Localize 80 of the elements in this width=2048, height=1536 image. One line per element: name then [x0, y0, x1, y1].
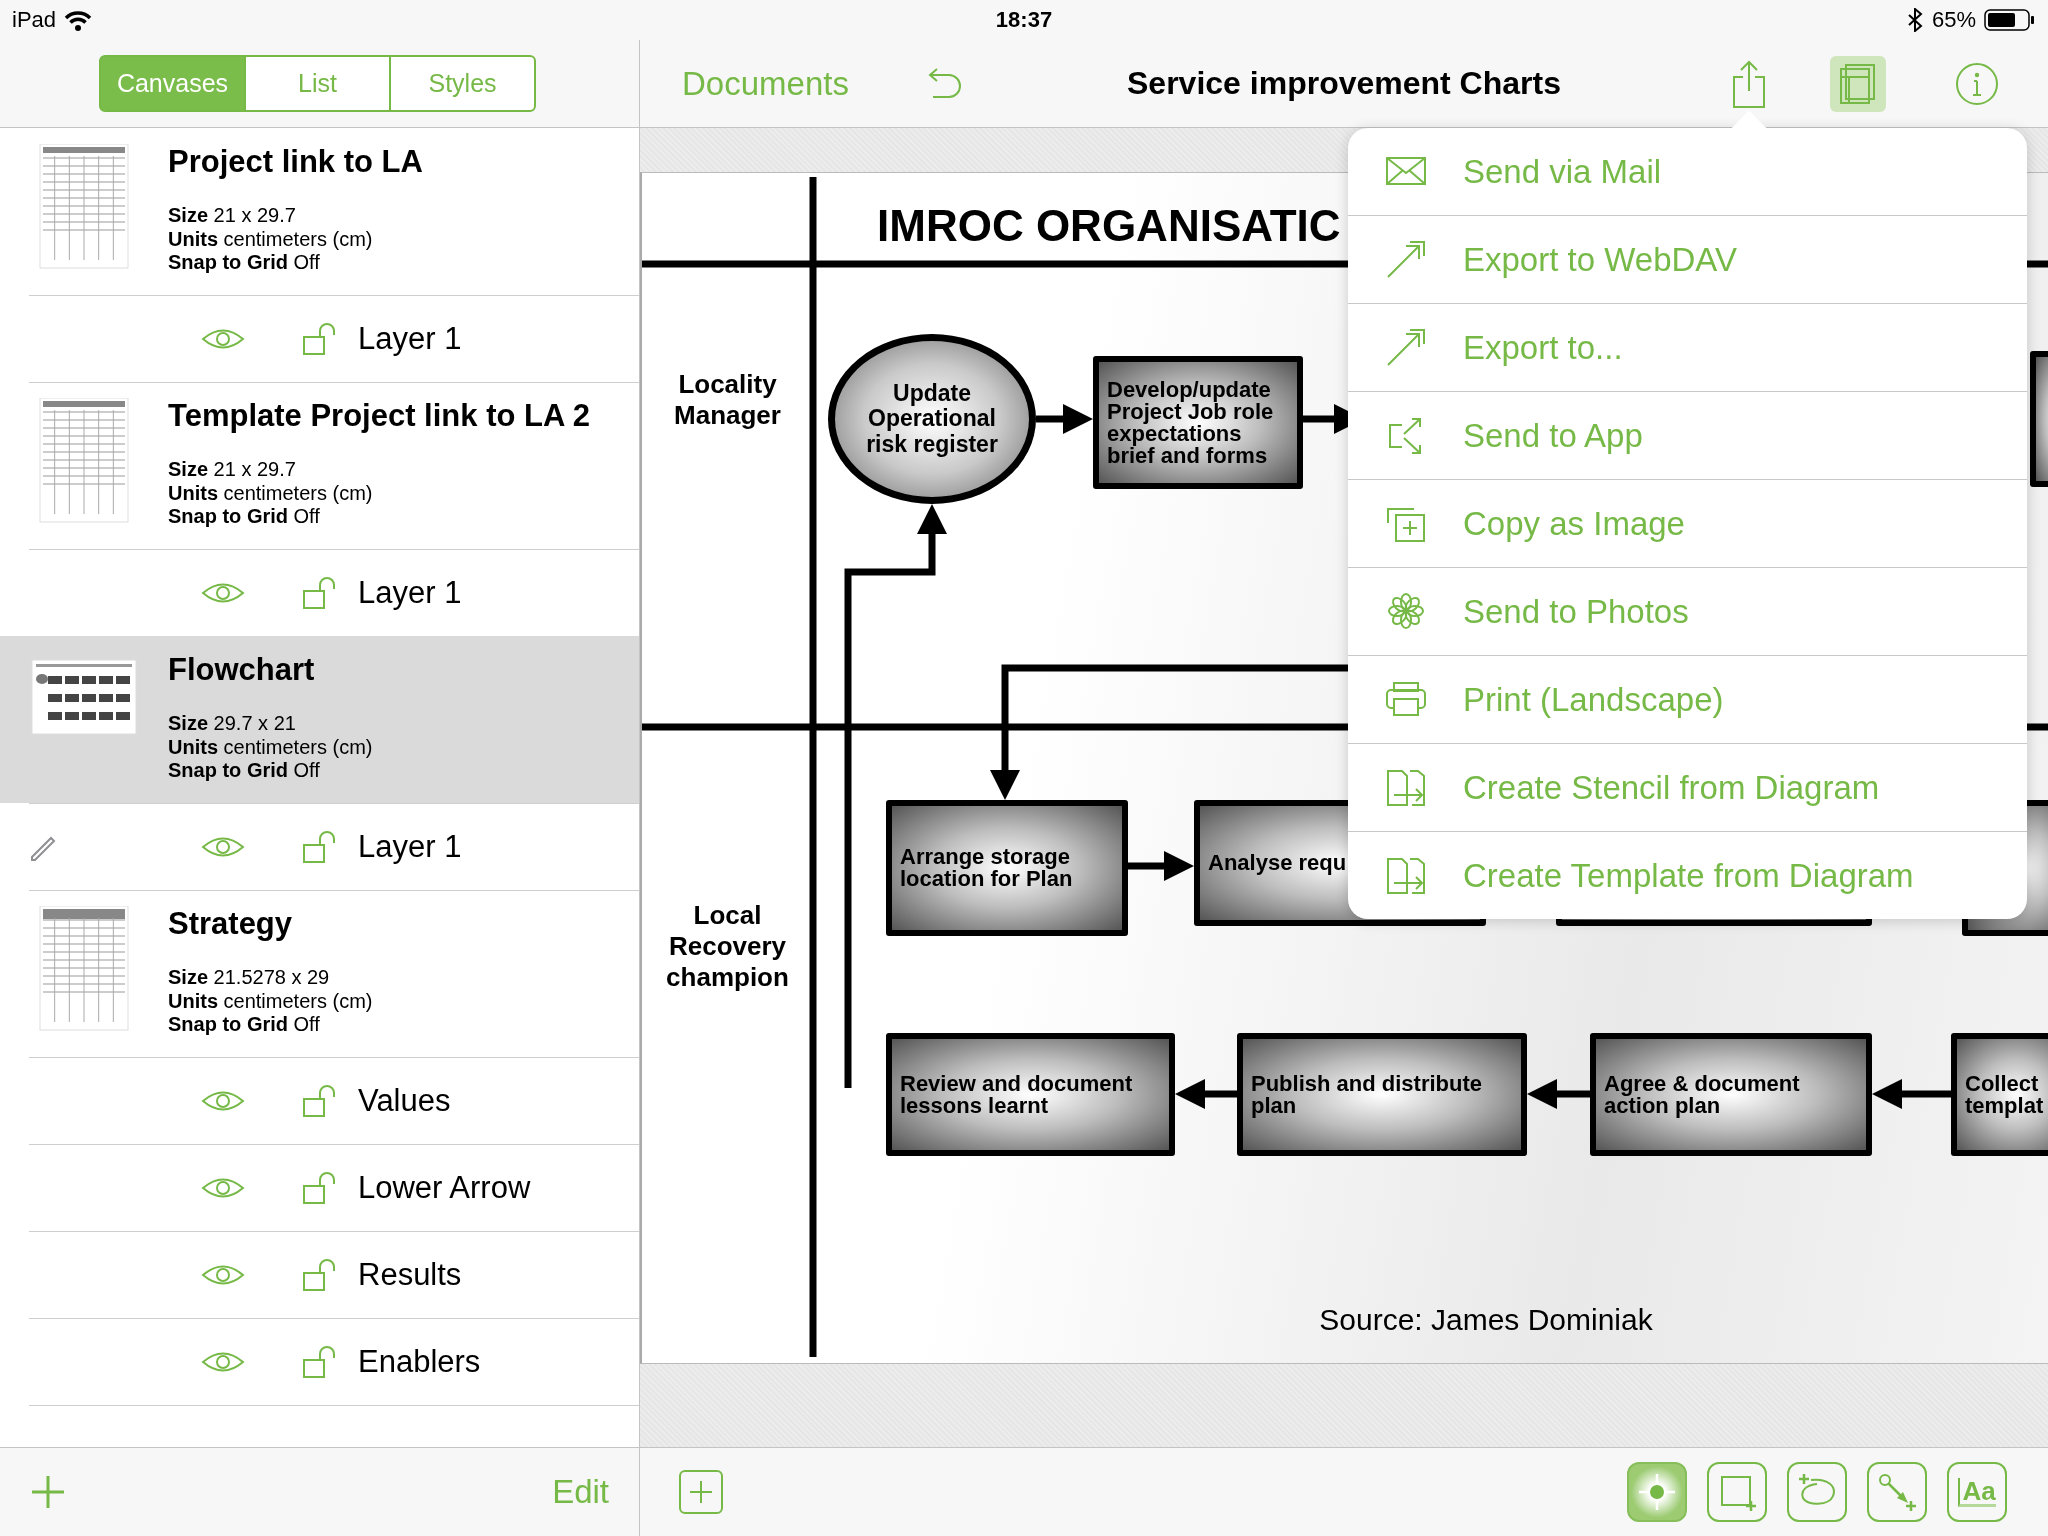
source-caption: Source: James Dominiak: [1318, 1303, 1654, 1337]
canvas-item[interactable]: Project link to LA Size 21 x 29.7 Units centimeters (cm) Snap to Grid Off: [0, 128, 639, 295]
canvas-name: Strategy: [168, 905, 294, 943]
layer-name: Layer 1: [358, 321, 462, 357]
canvas-item[interactable]: Flowchart Size 29.7 x 21 Units centimeters (cm) Snap to Grid Off: [0, 636, 639, 803]
lane-label: Local Recovery champion: [665, 900, 790, 993]
node-text: Review and document lessons learnt: [900, 1072, 1133, 1117]
text-tool[interactable]: Aa: [1947, 1462, 2007, 1522]
node-text: Arrange storage location for Plan: [900, 846, 1073, 890]
info-icon[interactable]: [1955, 61, 1999, 106]
canvas-name: Flowchart: [168, 651, 316, 689]
segment-tab[interactable]: Canvases: [99, 55, 246, 112]
edit-button[interactable]: Edit: [552, 1473, 609, 1511]
unlocked-icon[interactable]: [302, 1345, 336, 1379]
layer-name: Results: [358, 1257, 462, 1293]
documents-button[interactable]: Documents: [682, 64, 849, 103]
canvas-detail: Size 21 x 29.7: [168, 204, 297, 228]
wifi-icon: [64, 9, 93, 31]
menu-item[interactable]: Send to App: [1348, 392, 2027, 480]
document-arrow-icon: [1384, 855, 1428, 897]
canvas-detail: Size 21.5278 x 29: [168, 966, 331, 990]
menu-item[interactable]: Export to WebDAV: [1348, 216, 2027, 304]
shape-tool[interactable]: [1707, 1462, 1767, 1522]
canvas-detail: Snap to Grid Off: [168, 759, 321, 783]
unlocked-icon[interactable]: [302, 1171, 336, 1205]
canvas-name: Template Project link to LA 2: [168, 397, 591, 435]
node-text: Analyse requ: [1208, 852, 1347, 874]
diagram-title: IMROC ORGANISATIC: [877, 201, 1341, 251]
canvas-item[interactable]: Strategy Size 21.5278 x 29 Units centimeters (cm) Snap to Grid Off: [0, 890, 639, 1057]
menu-item[interactable]: Copy as Image: [1348, 480, 2027, 568]
layer-name: Lower Arrow: [358, 1170, 531, 1206]
line-tool[interactable]: [1867, 1462, 1927, 1522]
menu-item[interactable]: Print (Landscape): [1348, 656, 2027, 744]
canvas-detail: Size 21 x 29.7: [168, 458, 297, 482]
layer-name: Enablers: [358, 1344, 481, 1380]
unlocked-icon[interactable]: [302, 576, 336, 610]
canvas-detail: Size 29.7 x 21: [168, 712, 297, 736]
node-text: Publish and distribute plan: [1251, 1072, 1482, 1117]
unlocked-icon[interactable]: [302, 322, 336, 356]
unlocked-icon[interactable]: [302, 830, 336, 864]
canvas-item[interactable]: Template Project link to LA 2 Size 21 x 29.7 Units centimeters (cm) Snap to Grid Off: [0, 382, 639, 549]
layer-name: Layer 1: [358, 829, 462, 865]
status-time: 18:37: [995, 7, 1053, 33]
add-shape-button[interactable]: [679, 1470, 723, 1514]
node-text: Collect templat: [1965, 1072, 2044, 1117]
canvas-detail: Snap to Grid Off: [168, 251, 321, 275]
share-icon[interactable]: [1731, 58, 1767, 109]
document-title: Service improvement Charts: [1127, 65, 1561, 102]
canvas-detail: Units centimeters (cm): [168, 989, 373, 1013]
canvas-detail: Snap to Grid Off: [168, 505, 321, 529]
lane-label: Locality Manager: [673, 369, 782, 431]
menu-item[interactable]: Send to Photos: [1348, 568, 2027, 656]
menu-item[interactable]: Export to...: [1348, 304, 2027, 392]
layer-name: Layer 1: [358, 575, 462, 611]
segment-tab[interactable]: List: [244, 55, 391, 112]
add-icon[interactable]: [30, 1474, 66, 1510]
battery-percent: 65%: [1931, 7, 1976, 33]
menu-item[interactable]: Create Template from Diagram: [1348, 832, 2027, 920]
canvas-detail: Snap to Grid Off: [168, 1013, 321, 1037]
node-text: Update Operational risk register: [866, 381, 998, 457]
freehand-tool[interactable]: [1787, 1462, 1847, 1522]
menu-item[interactable]: Send via Mail: [1348, 128, 2027, 216]
canvas-detail: Units centimeters (cm): [168, 735, 373, 759]
select-tool[interactable]: [1627, 1462, 1687, 1522]
connector-icon: [1877, 1472, 1917, 1512]
unlocked-icon[interactable]: [302, 1084, 336, 1118]
segment-tab[interactable]: Styles: [389, 55, 536, 112]
canvas-detail: Units centimeters (cm): [168, 227, 374, 251]
canvases-panel-button[interactable]: [1830, 55, 1886, 112]
battery-icon: [1984, 9, 2036, 31]
plus-icon: [688, 1479, 714, 1505]
node-text: Develop/update Project Job role expectations brief and forms: [1107, 378, 1274, 467]
layer-name: Values: [358, 1083, 451, 1119]
crosshair-icon: [1637, 1472, 1677, 1512]
menu-item[interactable]: Create Stencil from Diagram: [1348, 744, 2027, 832]
device-name: iPad: [12, 7, 57, 33]
node-text: Agree & document action plan: [1604, 1072, 1800, 1117]
canvas-detail: Units centimeters (cm): [168, 481, 374, 505]
canvas-name: Project link to LA: [168, 143, 423, 181]
unlocked-icon[interactable]: [302, 1258, 336, 1292]
